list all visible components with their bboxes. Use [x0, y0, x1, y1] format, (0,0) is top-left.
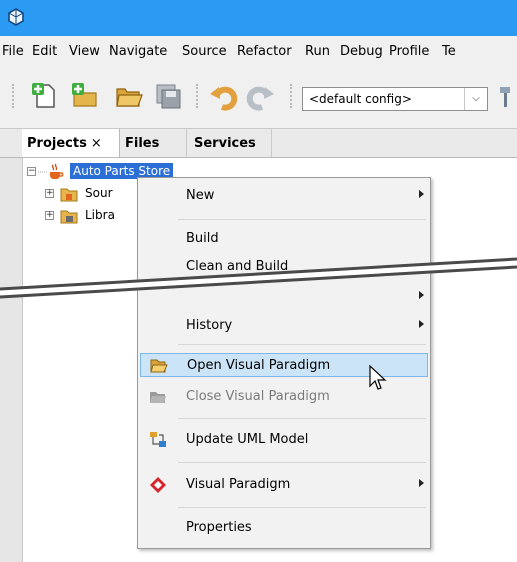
config-select-value: <default config>	[309, 92, 412, 106]
menu-run[interactable]: Run	[305, 44, 330, 59]
menu-view[interactable]: View	[69, 44, 100, 59]
context-menu: New Build Clean and Build History Open V…	[137, 177, 431, 549]
menu-navigate[interactable]: Navigate	[109, 44, 167, 59]
toolbar-separator-2	[290, 84, 296, 108]
menu-item-properties-label: Properties	[186, 520, 252, 535]
build-hammer-icon-partial[interactable]	[496, 81, 517, 111]
source-package-folder-icon	[60, 188, 78, 202]
uml-model-icon	[150, 432, 166, 447]
menu-edit[interactable]: Edit	[32, 44, 57, 59]
title-bar	[0, 0, 517, 36]
new-file-icon[interactable]	[30, 81, 60, 111]
java-project-icon	[50, 163, 64, 180]
tab-services[interactable]: Services	[189, 129, 272, 157]
tab-services-label: Services	[194, 136, 256, 151]
menu-profile[interactable]: Profile	[389, 44, 429, 59]
save-all-icon[interactable]	[154, 81, 184, 111]
close-icon[interactable]: ×	[91, 136, 102, 151]
menu-item-visual-paradigm-label: Visual Paradigm	[186, 477, 291, 492]
menu-item-properties[interactable]: Properties	[140, 516, 428, 540]
tree-sources-label[interactable]: Sour	[85, 186, 113, 200]
menu-separator	[178, 344, 426, 345]
tab-files[interactable]: Files	[121, 129, 187, 157]
menu-item-update-uml-model-label: Update UML Model	[186, 432, 309, 447]
menu-item-build[interactable]: Build	[140, 227, 428, 251]
menu-item-visual-paradigm[interactable]: Visual Paradigm	[140, 473, 428, 497]
undo-icon[interactable]	[208, 81, 238, 111]
expand-icon[interactable]: +	[45, 211, 54, 220]
menu-team-partial[interactable]: Te	[442, 44, 456, 59]
tab-projects[interactable]: Projects ×	[22, 129, 120, 157]
menu-refactor[interactable]: Refactor	[237, 44, 292, 59]
tab-files-label: Files	[125, 136, 160, 151]
close-folder-disabled-icon	[150, 392, 166, 403]
new-project-icon[interactable]	[70, 81, 100, 111]
tree-libraries-label[interactable]: Libra	[85, 208, 115, 222]
menu-debug[interactable]: Debug	[340, 44, 383, 59]
toolbar: <default config> ⌵	[0, 66, 517, 129]
submenu-arrow-icon	[419, 190, 424, 198]
menu-item-build-label: Build	[186, 231, 219, 246]
menu-item-update-uml-model[interactable]: Update UML Model	[140, 428, 428, 452]
menu-separator	[178, 418, 426, 419]
visual-paradigm-logo-icon	[150, 477, 166, 493]
open-project-icon[interactable]	[114, 81, 144, 111]
collapse-icon[interactable]: −	[27, 167, 36, 176]
menu-item-history-label: History	[186, 318, 233, 333]
chevron-down-icon[interactable]: ⌵	[464, 88, 487, 110]
submenu-arrow-icon	[419, 320, 424, 328]
mouse-pointer-icon	[369, 365, 387, 390]
libraries-folder-icon	[60, 210, 78, 224]
menu-item-open-visual-paradigm-label: Open Visual Paradigm	[187, 358, 331, 373]
menu-separator	[178, 507, 426, 508]
menu-separator	[178, 219, 426, 220]
netbeans-app-icon	[8, 8, 24, 26]
menu-separator	[178, 462, 426, 463]
config-select[interactable]: <default config> ⌵	[302, 87, 488, 111]
toolbar-separator	[196, 84, 202, 108]
left-side-strip	[0, 129, 23, 562]
expand-icon[interactable]: +	[45, 189, 54, 198]
menu-source[interactable]: Source	[182, 44, 227, 59]
redo-icon[interactable]	[246, 81, 276, 111]
explorer-tab-bar: Projects × Files Services	[0, 129, 517, 158]
screenshot-break-lines	[0, 257, 517, 299]
menu-item-new-label: New	[186, 188, 215, 203]
open-folder-icon	[150, 359, 168, 373]
toolbar-grip	[12, 84, 18, 108]
menu-file[interactable]: File	[2, 44, 24, 59]
tab-projects-label: Projects	[27, 136, 87, 151]
submenu-arrow-icon	[419, 479, 424, 487]
menu-item-history[interactable]: History	[140, 314, 428, 338]
menu-item-new[interactable]: New	[140, 184, 428, 208]
menu-bar: File Edit View Navigate Source Refactor …	[0, 36, 517, 67]
menu-item-close-visual-paradigm-label: Close Visual Paradigm	[186, 389, 330, 404]
